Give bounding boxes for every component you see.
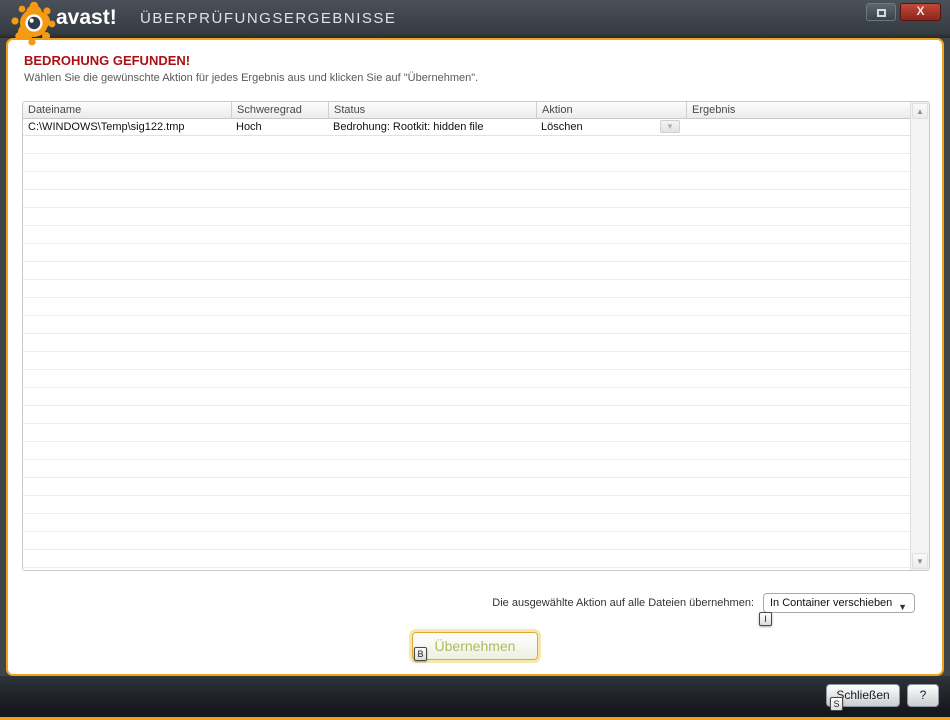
column-header-ergebnis[interactable]: Ergebnis bbox=[686, 102, 910, 118]
apply-all-dropdown[interactable]: In Container verschieben bbox=[763, 593, 915, 613]
column-header-schweregrad[interactable]: Schweregrad bbox=[231, 102, 328, 118]
restore-button[interactable] bbox=[866, 3, 896, 21]
cell-status: Bedrohung: Rootkit: hidden file bbox=[333, 121, 484, 133]
avast-logo-icon bbox=[8, 1, 60, 47]
empty-rows-area bbox=[23, 136, 910, 570]
scroll-down-button[interactable] bbox=[912, 553, 928, 569]
close-window-button[interactable]: X bbox=[900, 3, 941, 21]
brand-name: avast! bbox=[56, 6, 117, 29]
action-dropdown-button[interactable] bbox=[660, 120, 680, 133]
results-table: Dateiname Schweregrad Status Aktion Erge… bbox=[22, 101, 930, 571]
apply-all-row: Die ausgewählte Aktion auf alle Dateien … bbox=[8, 593, 946, 615]
vertical-scrollbar[interactable] bbox=[910, 102, 929, 570]
action-value: Löschen bbox=[541, 121, 583, 133]
accelerator-badge-s: S bbox=[830, 697, 843, 711]
restore-icon bbox=[877, 9, 886, 17]
results-panel: BEDROHUNG GEFUNDEN! Wählen Sie die gewün… bbox=[6, 38, 944, 676]
window-title: ÜBERPRÜFUNGSERGEBNISSE bbox=[140, 10, 397, 27]
instruction-text: Wählen Sie die gewünschte Aktion für jed… bbox=[24, 72, 479, 84]
scroll-up-button[interactable] bbox=[912, 103, 928, 119]
accelerator-badge-b: B bbox=[414, 647, 427, 661]
table-header: Dateiname Schweregrad Status Aktion Erge… bbox=[23, 102, 910, 119]
column-header-dateiname[interactable]: Dateiname bbox=[23, 102, 231, 118]
cell-aktion: Löschen bbox=[536, 119, 686, 135]
apply-all-label: Die ausgewählte Aktion auf alle Dateien … bbox=[492, 597, 754, 609]
table-row[interactable]: C:\WINDOWS\Temp\sig122.tmp Hoch Bedrohun… bbox=[23, 119, 910, 136]
apply-button[interactable]: Übernehmen bbox=[412, 632, 538, 660]
cell-ergebnis bbox=[686, 119, 910, 135]
footer-bar: Schließen ? bbox=[0, 676, 950, 720]
column-header-status[interactable]: Status bbox=[328, 102, 536, 118]
help-button[interactable]: ? bbox=[907, 684, 939, 707]
column-header-aktion[interactable]: Aktion bbox=[536, 102, 686, 118]
titlebar: avast! ÜBERPRÜFUNGSERGEBNISSE X bbox=[0, 0, 950, 46]
apply-all-dropdown-value: In Container verschieben bbox=[770, 597, 893, 609]
threat-heading: BEDROHUNG GEFUNDEN! bbox=[24, 53, 191, 68]
cell-schweregrad: Hoch bbox=[236, 121, 262, 133]
cell-dateiname: C:\WINDOWS\Temp\sig122.tmp bbox=[28, 121, 185, 133]
chevron-down-icon bbox=[898, 598, 907, 616]
accelerator-badge-i: I bbox=[759, 612, 772, 626]
